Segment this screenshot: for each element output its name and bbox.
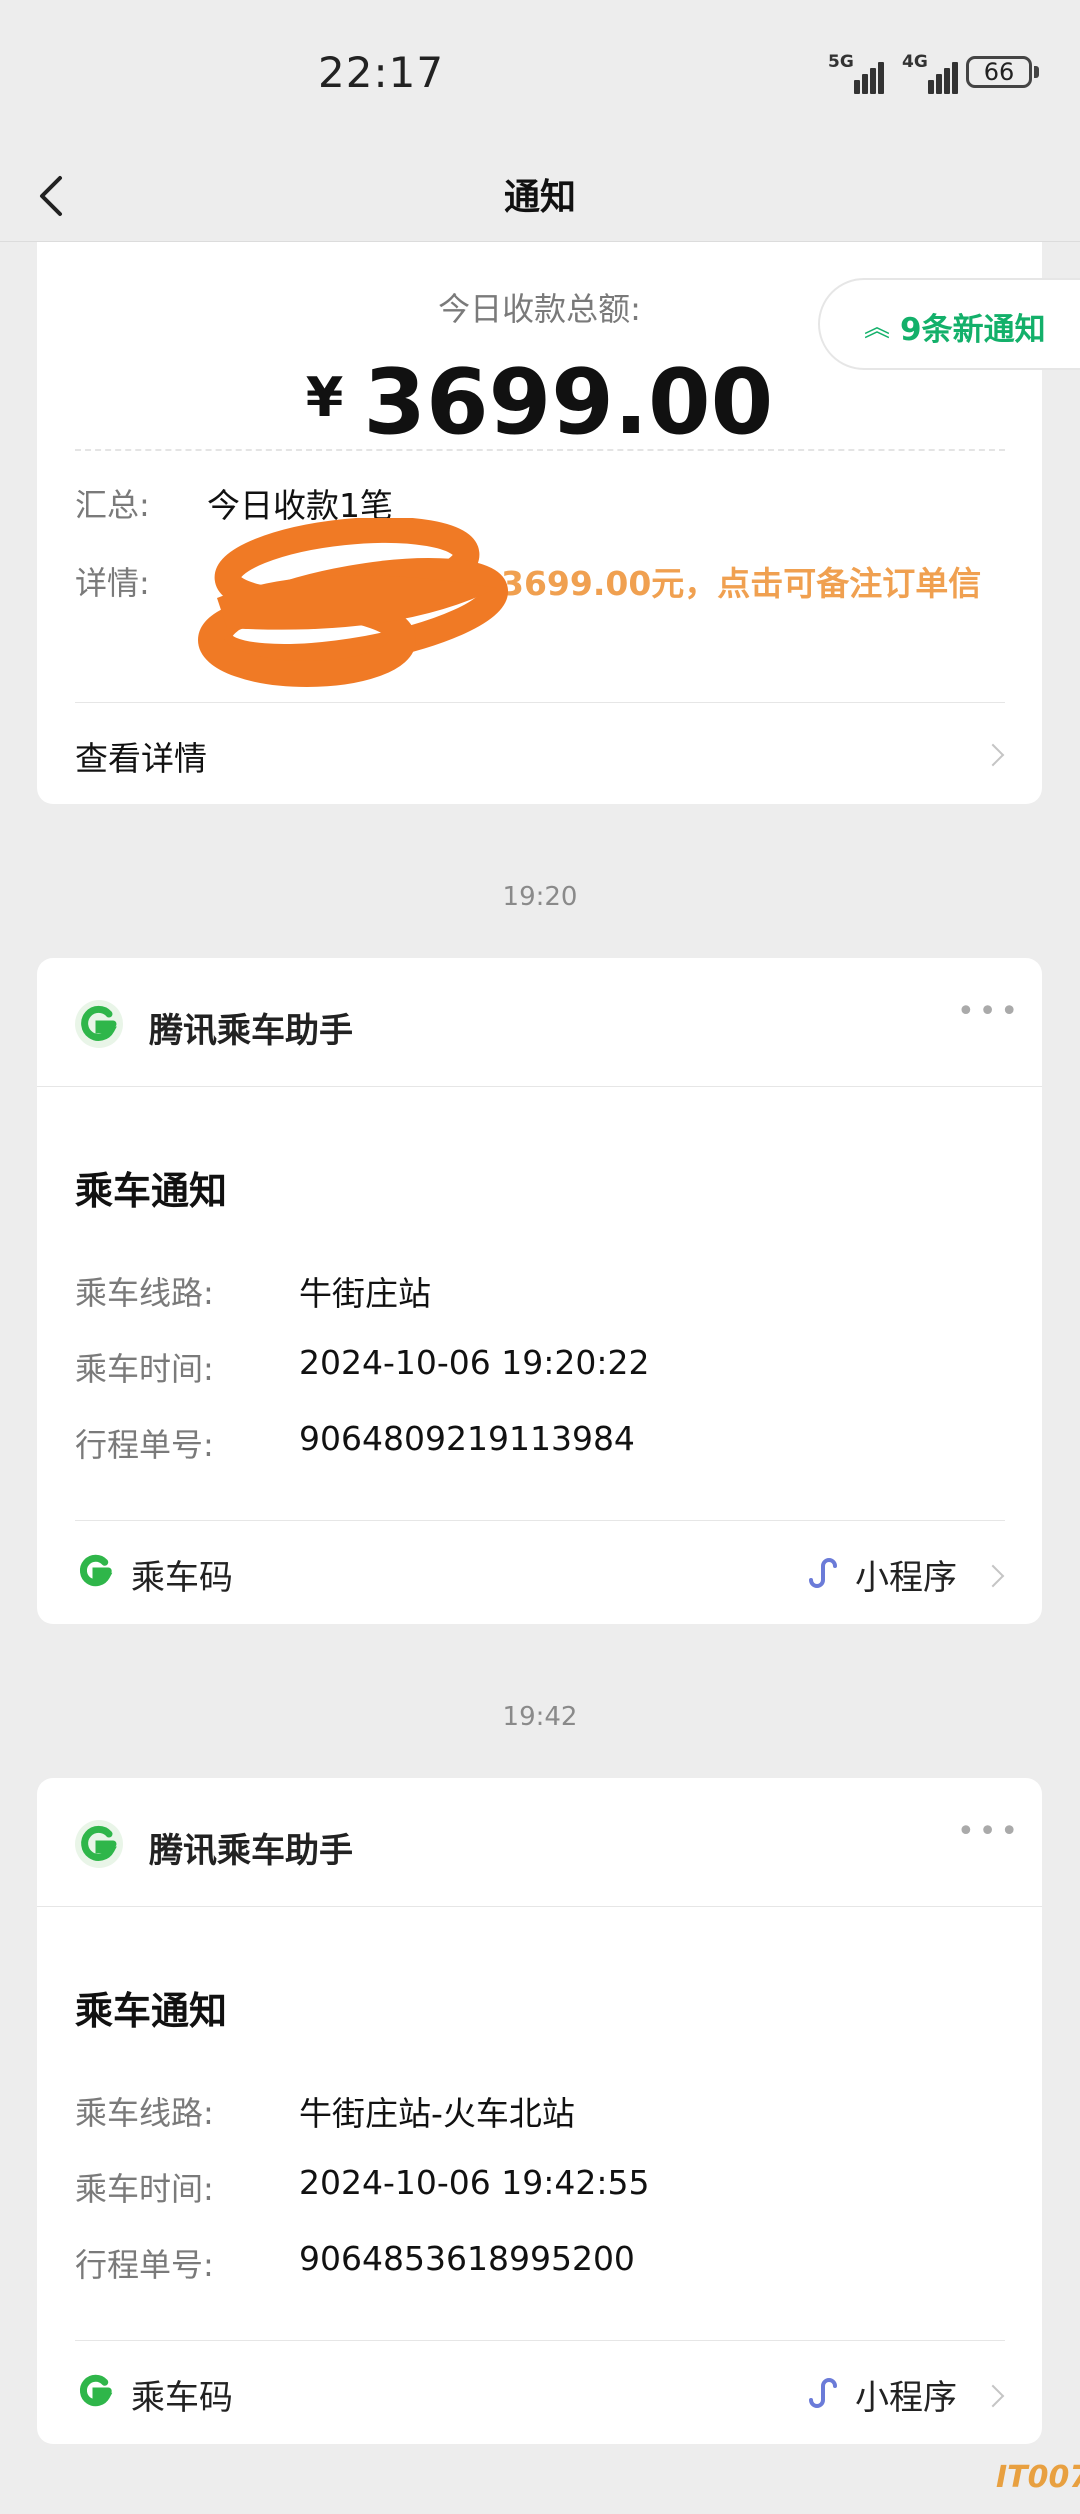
status-bar: 22:17 5G 4G 66 bbox=[0, 0, 1080, 150]
more-options-icon[interactable]: ••• bbox=[957, 1814, 1022, 1849]
view-details-link[interactable]: 查看详情 bbox=[75, 732, 207, 780]
chevron-right-icon bbox=[981, 2384, 1005, 2408]
trip-no-label: 行程单号: bbox=[75, 2246, 214, 2284]
footer-divider bbox=[75, 1520, 1005, 1521]
watermark-logo: IT007 bbox=[996, 2460, 1080, 2495]
mini-program-icon bbox=[809, 2378, 837, 2408]
ride-time-label: 乘车时间: bbox=[75, 2170, 214, 2208]
ride-notification-card[interactable]: 腾讯乘车助手 ••• 乘车通知 乘车线路: 牛街庄站 乘车时间: 2024-10… bbox=[37, 958, 1042, 1624]
route-value: 牛街庄站 bbox=[299, 1274, 431, 1313]
brand-name: 腾讯乘车助手 bbox=[149, 1831, 353, 1871]
dashed-divider bbox=[75, 449, 1005, 451]
amount-value: 3699.00 bbox=[363, 350, 774, 455]
tencent-ride-logo-icon bbox=[75, 1820, 123, 1868]
ride-code-icon bbox=[75, 1550, 117, 1592]
timestamp: 19:20 bbox=[502, 882, 578, 912]
mini-program-link[interactable]: 小程序 bbox=[855, 2370, 957, 2419]
detail-label: 详情: bbox=[75, 564, 150, 602]
route-label: 乘车线路: bbox=[75, 1274, 214, 1312]
ride-code-button[interactable]: 乘车码 bbox=[131, 2370, 233, 2419]
double-chevron-up-icon: ︽ bbox=[864, 313, 891, 343]
chevron-right-icon bbox=[981, 743, 1005, 767]
signal-4g-icon: 4G bbox=[902, 54, 962, 94]
summary-label: 汇总: bbox=[75, 486, 150, 524]
ride-time-label: 乘车时间: bbox=[75, 1350, 214, 1388]
detail-value[interactable]: 3699.00元，点击可备注订单信 bbox=[501, 557, 981, 605]
battery-icon: 66 bbox=[966, 56, 1032, 88]
chevron-right-icon bbox=[981, 1564, 1005, 1588]
footer-divider bbox=[75, 2340, 1005, 2341]
header-divider bbox=[37, 1086, 1042, 1087]
route-value: 牛街庄站-火车北站 bbox=[299, 2094, 575, 2133]
signal-5g-icon: 5G bbox=[828, 54, 888, 94]
tencent-ride-logo-icon bbox=[75, 1000, 123, 1048]
page-title: 通知 bbox=[503, 177, 576, 218]
brand-name: 腾讯乘车助手 bbox=[149, 1011, 353, 1051]
mini-program-link[interactable]: 小程序 bbox=[855, 1550, 957, 1599]
card-divider bbox=[75, 702, 1005, 703]
timestamp: 19:42 bbox=[502, 1702, 578, 1732]
nav-bar: 通知 bbox=[0, 150, 1080, 242]
currency-symbol: ¥ bbox=[305, 366, 344, 429]
notification-title: 乘车通知 bbox=[75, 1989, 228, 2033]
trip-no-value: 9064853618995200 bbox=[299, 2239, 635, 2278]
notification-title: 乘车通知 bbox=[75, 1169, 228, 1213]
ride-code-button[interactable]: 乘车码 bbox=[131, 1550, 233, 1599]
trip-no-label: 行程单号: bbox=[75, 1426, 214, 1464]
ride-time-value: 2024-10-06 19:20:22 bbox=[299, 1343, 650, 1382]
battery-nub bbox=[1034, 66, 1039, 78]
new-notifications-pill[interactable]: ︽ 9条新通知 bbox=[818, 278, 1080, 370]
more-options-icon[interactable]: ••• bbox=[957, 994, 1022, 1029]
ride-code-icon bbox=[75, 2370, 117, 2412]
trip-no-value: 9064809219113984 bbox=[299, 1419, 635, 1458]
mini-program-icon bbox=[809, 1558, 837, 1588]
status-time: 22:17 bbox=[318, 48, 445, 97]
ride-notification-card[interactable]: 腾讯乘车助手 ••• 乘车通知 乘车线路: 牛街庄站-火车北站 乘车时间: 20… bbox=[37, 1778, 1042, 2444]
header-divider bbox=[37, 1906, 1042, 1907]
new-notifications-label: 9条新通知 bbox=[900, 312, 1046, 348]
redaction-scribble bbox=[198, 518, 509, 687]
route-label: 乘车线路: bbox=[75, 2094, 214, 2132]
ride-time-value: 2024-10-06 19:42:55 bbox=[299, 2163, 650, 2202]
